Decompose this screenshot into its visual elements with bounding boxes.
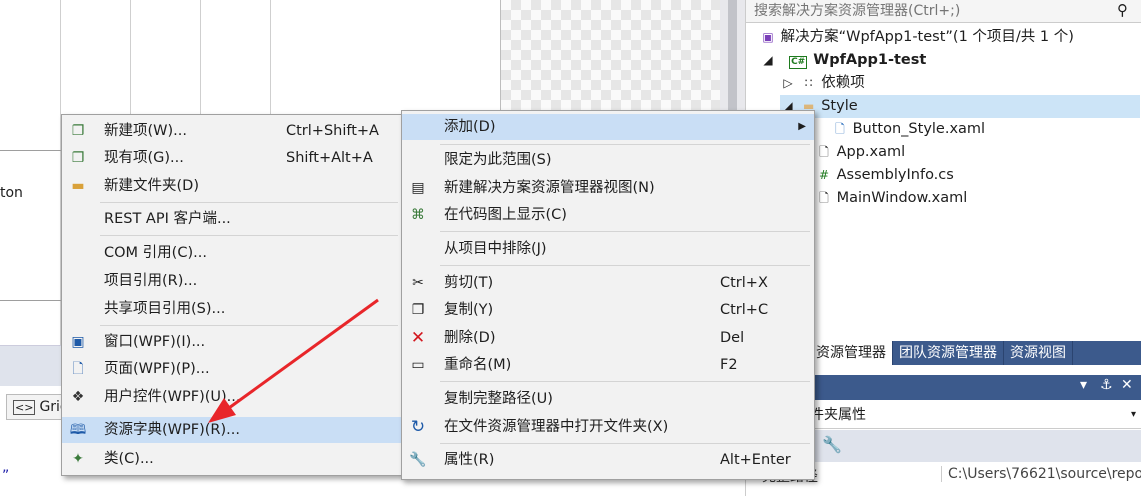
search-icon[interactable]: ⚲ (1117, 1, 1128, 19)
menu-separator (100, 325, 398, 326)
tree-item-solution[interactable]: ▣ 解决方案“WpfApp1-test”(1 个项目/共 1 个) (760, 26, 1074, 49)
new-view-icon: ▤ (411, 180, 425, 196)
menu-item-resource-dictionary[interactable]: 🕮 资源字典(WPF)(R)... (62, 417, 402, 443)
tab-resource-view[interactable]: 资源视图 (1004, 341, 1073, 365)
menu-item-scope-to-this[interactable]: 限定为此范围(S) (402, 147, 814, 173)
open-folder-icon: ↻ (410, 417, 426, 437)
menu-item-new-item[interactable]: ❐ 新建项(W)... Ctrl+Shift+A (62, 118, 402, 144)
csharp-project-icon: C# (789, 56, 808, 69)
properties-icon: 🔧 (409, 452, 427, 468)
tab-team-explorer[interactable]: 团队资源管理器 (893, 341, 1004, 365)
menu-item-show-on-code-map[interactable]: ⌘ 在代码图上显示(C) (402, 202, 814, 228)
menu-item-copy-full-path[interactable]: 复制完整路径(U) (402, 386, 814, 412)
solution-search-input[interactable] (746, 2, 1096, 20)
menu-item-rename[interactable]: ▭ 重命名(M) F2 (402, 352, 814, 378)
menu-item-rest-api[interactable]: REST API 客户端... (62, 206, 402, 232)
menu-item-properties[interactable]: 🔧 属性(R) Alt+Enter (402, 447, 814, 473)
menu-item-com-reference[interactable]: COM 引用(C)... (62, 240, 402, 266)
menu-item-delete[interactable]: ✕ 删除(D) Del (402, 325, 814, 351)
pin-icon[interactable]: ⚓ (1100, 377, 1113, 393)
xaml-file-icon: 🗋 (835, 122, 845, 136)
wrench-icon[interactable]: 🔧 (822, 435, 842, 454)
menu-item-cut[interactable]: ✂ 剪切(T) Ctrl+X (402, 270, 814, 296)
xaml-file-icon: 🗋 (819, 145, 829, 159)
page-icon: 🗋 (72, 361, 84, 377)
menu-item-new-explorer-view[interactable]: ▤ 新建解决方案资源管理器视图(N) (402, 175, 814, 201)
menu-item-open-in-file-explorer[interactable]: ↻ 在文件资源管理器中打开文件夹(X) (402, 414, 814, 440)
dropdown-icon[interactable]: ▾ (1080, 377, 1087, 393)
menu-separator (440, 381, 810, 382)
menu-item-add[interactable]: 添加(D) ▶ (402, 114, 814, 140)
solution-search-bar[interactable]: ⚲ (746, 0, 1141, 23)
menu-item-new-folder[interactable]: ▬ 新建文件夹(D) (62, 173, 402, 199)
chevron-down-icon: ▾ (1130, 409, 1136, 420)
menu-item-exclude-from-project[interactable]: 从项目中排除(J) (402, 236, 814, 262)
window-icon: ▣ (71, 334, 85, 350)
xaml-file-icon: 🗋 (819, 191, 829, 205)
menu-separator (440, 265, 810, 266)
menu-item-existing-item[interactable]: ❐ 现有项(G)... Shift+Alt+A (62, 145, 402, 171)
tree-item-project[interactable]: ◢ C# WpfApp1-test (760, 49, 926, 72)
folder-context-menu: 添加(D) ▶ 限定为此范围(S) ▤ 新建解决方案资源管理器视图(N) ⌘ 在… (401, 110, 815, 480)
button-label-partial: ton (0, 185, 23, 201)
grid-icon: <> (13, 399, 36, 415)
resource-dictionary-icon: 🕮 (69, 422, 87, 438)
menu-separator (440, 443, 810, 444)
rename-icon: ▭ (411, 357, 425, 373)
dependencies-icon: ∷ (804, 76, 813, 90)
solution-icon: ▣ (762, 30, 774, 44)
menu-item-project-reference[interactable]: 项目引用(R)... (62, 268, 402, 294)
add-submenu: ❐ 新建项(W)... Ctrl+Shift+A ❐ 现有项(G)... Shi… (61, 114, 403, 476)
menu-item-window-wpf[interactable]: ▣ 窗口(WPF)(I)... (62, 329, 402, 355)
menu-item-shared-reference[interactable]: 共享项目引用(S)... (62, 296, 402, 322)
menu-item-user-control-wpf[interactable]: ❖ 用户控件(WPF)(U)... (62, 384, 402, 410)
menu-item-copy[interactable]: ❐ 复制(Y) Ctrl+C (402, 297, 814, 323)
user-control-icon: ❖ (71, 389, 85, 405)
tree-item-button-style[interactable]: 🗋 Button_Style.xaml (832, 118, 985, 141)
copy-icon: ❐ (411, 302, 425, 318)
new-item-icon: ❐ (71, 123, 85, 139)
code-fragment: ” (2, 468, 10, 484)
tree-item-assemblyinfo[interactable]: # AssemblyInfo.cs (816, 164, 954, 187)
property-value: C:\Users\76621\source\repo (941, 466, 1141, 482)
cut-icon: ✂ (412, 275, 424, 291)
scrollbar-thumb[interactable] (728, 0, 737, 120)
cs-file-icon: # (818, 168, 830, 182)
class-icon: ✦ (72, 451, 84, 467)
expanded-triangle-icon[interactable]: ◢ (760, 49, 776, 72)
menu-item-page-wpf[interactable]: 🗋 页面(WPF)(P)... (62, 356, 402, 382)
tree-item-dependencies[interactable]: ▷ ∷ 依赖项 (780, 72, 864, 95)
tree-item-mainwindow[interactable]: 🗋 MainWindow.xaml (816, 187, 967, 210)
delete-icon: ✕ (410, 328, 426, 348)
tree-item-style-folder[interactable]: ◢ ▬ Style (780, 95, 1140, 118)
menu-separator (100, 235, 398, 236)
menu-separator (100, 202, 398, 203)
close-icon[interactable]: ✕ (1121, 377, 1133, 393)
menu-separator (440, 231, 810, 232)
tree-item-app-xaml[interactable]: 🗋 App.xaml (816, 141, 905, 164)
new-folder-icon: ▬ (71, 178, 85, 194)
menu-item-class[interactable]: ✦ 类(C)... (62, 446, 402, 472)
code-map-icon: ⌘ (411, 207, 425, 223)
existing-item-icon: ❐ (71, 150, 85, 166)
submenu-arrow-icon: ▶ (798, 121, 806, 132)
menu-separator (440, 144, 810, 145)
collapsed-triangle-icon[interactable]: ▷ (780, 72, 796, 95)
